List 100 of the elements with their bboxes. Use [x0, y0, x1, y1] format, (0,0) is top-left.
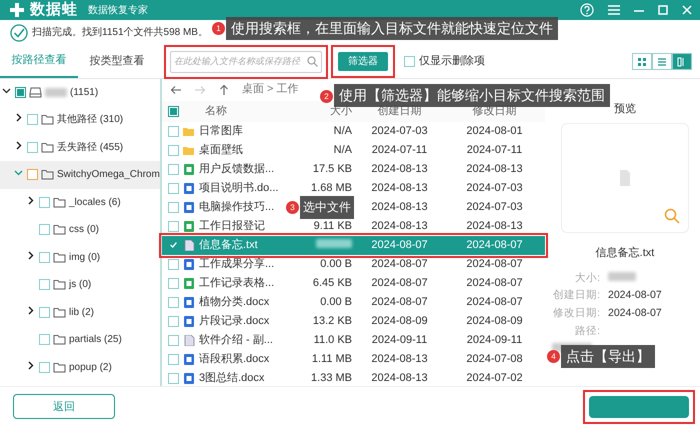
- checkbox[interactable]: [168, 164, 179, 175]
- tree-item[interactable]: img (0): [0, 244, 160, 272]
- file-row[interactable]: 软件介绍 - 副... 11.0 KB 2024-09-11 2024-09-11: [162, 330, 545, 350]
- checkbox[interactable]: [27, 169, 38, 180]
- checkbox[interactable]: [39, 224, 50, 236]
- folder-icon: [53, 196, 66, 209]
- spreadsheet-icon: [183, 220, 195, 232]
- file-size: 1.33 MB: [311, 372, 352, 384]
- list-view-toggle[interactable]: [652, 53, 672, 70]
- logo-icon: [8, 2, 26, 18]
- checkbox[interactable]: [168, 316, 179, 327]
- file-size: 11.0 KB: [314, 334, 352, 346]
- export-button[interactable]: [589, 396, 689, 418]
- file-name: 用户反馈数据...: [199, 162, 274, 177]
- file-row[interactable]: 3图总结.docx 1.33 MB 2024-08-13 2024-07-02: [162, 368, 545, 388]
- back-arrow-icon[interactable]: [170, 84, 182, 96]
- app-subtitle: 数据恢复专家: [88, 4, 148, 18]
- checkbox[interactable]: [39, 306, 50, 318]
- tree-item[interactable]: SwitchyOmega_Chrom: [0, 161, 160, 189]
- checkbox[interactable]: [27, 142, 38, 153]
- menu-icon[interactable]: [608, 5, 620, 15]
- tree-label: SwitchyOmega_Chrom: [57, 168, 160, 182]
- maximize-icon[interactable]: [658, 5, 668, 15]
- checkbox[interactable]: [168, 334, 179, 346]
- checkbox[interactable]: [39, 279, 50, 290]
- tree-item[interactable]: 其他路径 (310): [0, 106, 160, 134]
- checkbox[interactable]: [39, 334, 50, 346]
- file-row[interactable]: 日常图库 N/A 2024-07-03 2024-08-01: [162, 122, 545, 141]
- modified-date: 2024-09-11: [466, 334, 522, 346]
- checkbox[interactable]: [39, 252, 50, 263]
- checkbox[interactable]: [168, 220, 179, 232]
- tree-item[interactable]: css (0): [0, 216, 160, 244]
- checkbox[interactable]: [168, 126, 179, 137]
- tree-label: partials (25): [69, 333, 122, 348]
- file-icon: [619, 170, 631, 186]
- modified-date: 2024-08-13: [466, 162, 523, 175]
- checkbox[interactable]: [168, 278, 179, 289]
- file-row[interactable]: 项目说明书.do... 1.68 MB 2024-08-13 2024-07-03: [162, 178, 545, 198]
- tree-item[interactable]: js (0): [0, 271, 160, 299]
- tree-item[interactable]: lib (2): [0, 298, 160, 326]
- tree-item[interactable]: (1151): [0, 78, 160, 106]
- file-row[interactable]: 片段记录.docx 13.2 KB 2024-08-09 2024-08-09: [162, 312, 545, 331]
- checkbox[interactable]: [168, 182, 179, 194]
- file-row[interactable]: 用户反馈数据... 17.5 KB 2024-08-13 2024-08-13: [162, 160, 545, 179]
- file-row[interactable]: 植物分类.docx 0.00 B 2024-08-07 2024-08-07: [162, 292, 545, 312]
- text-file-icon: [183, 334, 195, 346]
- select-all-checkbox[interactable]: [168, 106, 179, 117]
- chevron-icon[interactable]: [14, 140, 23, 150]
- step-badge: 3: [286, 200, 299, 214]
- modified-date: 2024-08-07: [466, 296, 523, 308]
- back-button[interactable]: 返回: [13, 394, 115, 420]
- checkbox[interactable]: [404, 56, 415, 68]
- tree-item[interactable]: 丢失路径 (455): [0, 134, 160, 162]
- file-row[interactable]: 工作成果分享... 0.00 B 2024-08-07 2024-08-07: [162, 254, 545, 274]
- details-view-toggle[interactable]: [672, 53, 692, 70]
- tree-label: img (0): [69, 250, 100, 265]
- tree-label: popup (2): [69, 360, 112, 375]
- zoom-icon[interactable]: [664, 208, 680, 224]
- chevron-icon[interactable]: [14, 113, 23, 122]
- file-row[interactable]: 工作记录表格... 6.45 KB 2024-08-07 2024-08-07: [162, 274, 545, 293]
- breadcrumb[interactable]: 桌面 > 工作: [242, 81, 299, 98]
- checkbox[interactable]: [39, 362, 50, 373]
- checkbox[interactable]: [168, 258, 179, 270]
- up-arrow-icon[interactable]: [218, 84, 230, 96]
- field-label: 创建日期:: [552, 288, 600, 304]
- chevron-icon[interactable]: [26, 360, 35, 370]
- document-icon: [183, 354, 195, 365]
- file-row[interactable]: 电脑操作技巧... 3 选中文件 2024-08-13 2024-07-03: [162, 198, 545, 217]
- tree-item[interactable]: _locales (6): [0, 188, 160, 216]
- chevron-icon[interactable]: [26, 196, 35, 205]
- file-size: N/A: [334, 144, 352, 156]
- help-icon[interactable]: [580, 3, 594, 17]
- checkbox[interactable]: [39, 196, 50, 208]
- checkbox[interactable]: [168, 296, 179, 308]
- view-tab[interactable]: 按类型查看: [78, 46, 156, 78]
- checkbox[interactable]: [15, 86, 26, 98]
- modified-date: 2024-08-13: [466, 220, 523, 232]
- app-name: 数据蛙: [30, 0, 78, 20]
- file-row[interactable]: 工作日报登记 9.11 KB 2024-08-13 2024-08-13: [162, 216, 545, 236]
- chevron-icon[interactable]: [26, 250, 35, 260]
- checkbox[interactable]: [168, 144, 179, 156]
- chevron-icon[interactable]: [26, 306, 35, 315]
- created-date: 2024-07-11: [372, 144, 428, 156]
- grid-view-toggle[interactable]: [632, 53, 652, 70]
- checkbox[interactable]: [168, 372, 179, 384]
- field-value: 2024-08-07: [608, 289, 662, 302]
- chevron-icon[interactable]: [2, 86, 11, 95]
- tree-item[interactable]: popup (2): [0, 354, 160, 382]
- text-file-icon: [183, 240, 195, 251]
- checkbox[interactable]: [168, 202, 179, 213]
- file-row[interactable]: 语段积累.docx 1.11 MB 2024-08-13 2024-07-08: [162, 350, 545, 369]
- checkbox[interactable]: [27, 114, 38, 126]
- modified-date: 2024-07-08: [466, 352, 523, 365]
- search-field[interactable]: 在此处输入文件名称或保存路径: [170, 50, 322, 73]
- checkbox[interactable]: [168, 354, 179, 365]
- folder-icon: [53, 278, 66, 292]
- tree-item[interactable]: partials (25): [0, 326, 160, 354]
- close-icon[interactable]: [682, 5, 692, 15]
- file-size: 17.5 KB: [312, 162, 352, 175]
- file-row[interactable]: 桌面壁纸 N/A 2024-07-11 2024-07-11: [162, 140, 545, 160]
